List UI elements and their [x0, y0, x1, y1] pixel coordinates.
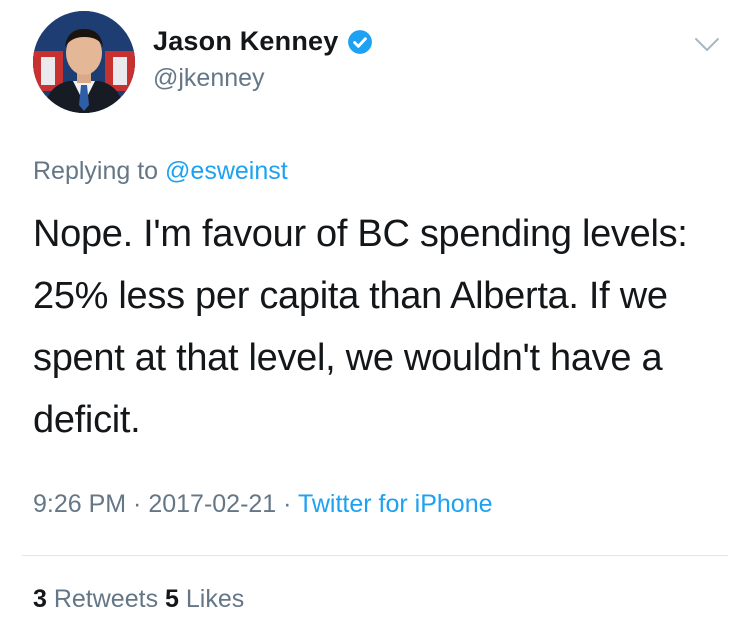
tweet-source-link[interactable]: Twitter for iPhone — [298, 490, 493, 518]
likes-stat[interactable]: 5 Likes — [165, 585, 244, 613]
likes-count: 5 — [165, 585, 179, 613]
verified-badge-icon — [348, 29, 373, 54]
avatar-image — [33, 11, 135, 113]
divider — [22, 555, 728, 556]
chevron-down-icon[interactable] — [694, 37, 720, 53]
tweet-date[interactable]: 2017-02-21 — [148, 490, 276, 518]
meta-separator: · — [126, 490, 149, 518]
meta-separator: · — [276, 490, 298, 518]
reply-mention-link[interactable]: @esweinst — [165, 157, 288, 185]
avatar[interactable] — [33, 11, 135, 113]
tweet-text: Nope. I'm favour of BC spending levels: … — [33, 213, 688, 441]
tweet-stats: 3 Retweets 5 Likes — [33, 585, 244, 614]
replying-to: Replying to @esweinst — [33, 157, 288, 186]
retweets-count: 3 — [33, 585, 47, 613]
tweet-time[interactable]: 9:26 PM — [33, 490, 126, 518]
author-name[interactable]: Jason Kenney — [153, 26, 338, 57]
replying-to-label: Replying to — [33, 157, 166, 185]
retweets-label: Retweets — [46, 585, 166, 613]
likes-label: Likes — [178, 585, 245, 613]
tweet-meta: 9:26 PM · 2017-02-21 · Twitter for iPhon… — [33, 490, 493, 519]
author-handle[interactable]: @jkenney — [153, 64, 265, 93]
retweets-stat[interactable]: 3 Retweets — [33, 585, 165, 613]
author-row[interactable]: Jason Kenney — [153, 26, 373, 57]
